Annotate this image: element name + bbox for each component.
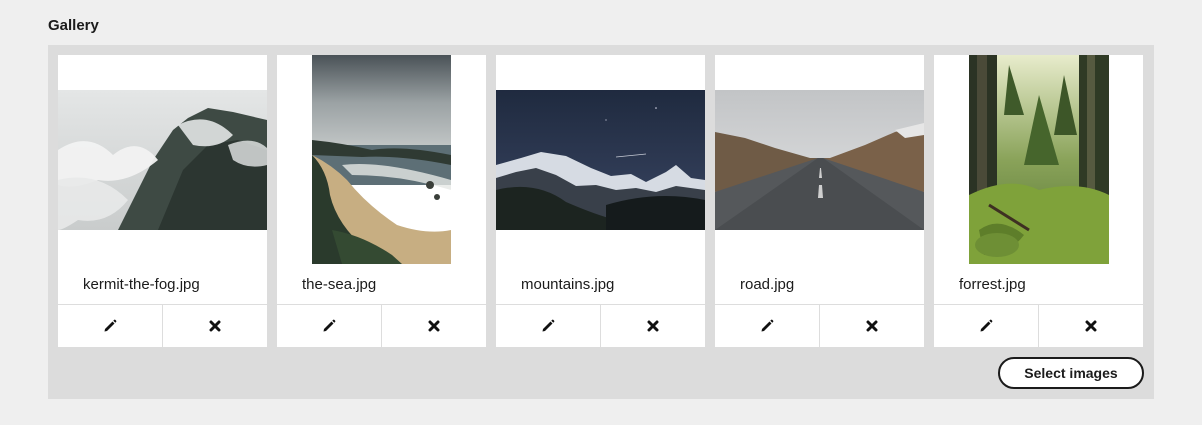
sea-coast-image bbox=[312, 55, 451, 264]
forest-image bbox=[969, 55, 1109, 264]
remove-button[interactable] bbox=[162, 305, 267, 347]
gallery-title: Gallery bbox=[48, 17, 99, 34]
gallery-card: the-sea.jpg bbox=[277, 55, 486, 347]
gallery-card: forrest.jpg bbox=[934, 55, 1143, 347]
edit-button[interactable] bbox=[934, 305, 1038, 347]
gallery-card: kermit-the-fog.jpg bbox=[58, 55, 267, 347]
image-filename: forrest.jpg bbox=[959, 276, 1026, 293]
close-icon bbox=[1085, 320, 1097, 332]
remove-button[interactable] bbox=[600, 305, 705, 347]
card-actions bbox=[496, 304, 705, 347]
road-image bbox=[715, 90, 924, 230]
remove-button[interactable] bbox=[1038, 305, 1143, 347]
pencil-icon bbox=[761, 319, 774, 332]
select-images-button[interactable]: Select images bbox=[998, 357, 1144, 389]
close-icon bbox=[866, 320, 878, 332]
foggy-mountain-image bbox=[58, 90, 267, 230]
card-actions bbox=[934, 304, 1143, 347]
gallery-card: mountains.jpg bbox=[496, 55, 705, 347]
card-actions bbox=[58, 304, 267, 347]
image-thumbnail[interactable] bbox=[496, 55, 705, 264]
edit-button[interactable] bbox=[715, 305, 819, 347]
image-filename: road.jpg bbox=[740, 276, 795, 293]
edit-button[interactable] bbox=[277, 305, 381, 347]
card-actions bbox=[277, 304, 486, 347]
gallery-card: road.jpg bbox=[715, 55, 924, 347]
edit-button[interactable] bbox=[496, 305, 600, 347]
snowy-mountains-image bbox=[496, 90, 705, 230]
close-icon bbox=[647, 320, 659, 332]
close-icon bbox=[428, 320, 440, 332]
image-thumbnail[interactable] bbox=[715, 55, 924, 264]
pencil-icon bbox=[323, 319, 336, 332]
image-filename: kermit-the-fog.jpg bbox=[83, 276, 200, 293]
card-actions bbox=[715, 304, 924, 347]
image-filename: mountains.jpg bbox=[521, 276, 615, 293]
image-thumbnail[interactable] bbox=[934, 55, 1143, 264]
image-filename: the-sea.jpg bbox=[302, 276, 377, 293]
gallery-cards: kermit-the-fog.jpg the-sea.jpg mountains… bbox=[58, 55, 1143, 347]
gallery-panel: kermit-the-fog.jpg the-sea.jpg mountains… bbox=[48, 45, 1154, 399]
image-thumbnail[interactable] bbox=[277, 55, 486, 264]
pencil-icon bbox=[104, 319, 117, 332]
close-icon bbox=[209, 320, 221, 332]
remove-button[interactable] bbox=[819, 305, 924, 347]
image-thumbnail[interactable] bbox=[58, 55, 267, 264]
pencil-icon bbox=[980, 319, 993, 332]
pencil-icon bbox=[542, 319, 555, 332]
remove-button[interactable] bbox=[381, 305, 486, 347]
edit-button[interactable] bbox=[58, 305, 162, 347]
